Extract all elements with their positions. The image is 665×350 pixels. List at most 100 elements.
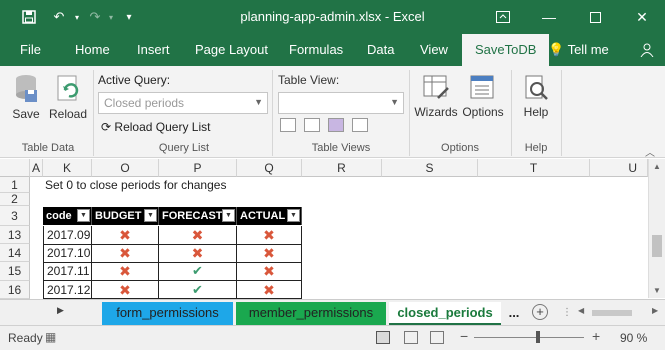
forecast-cell-closed-icon[interactable]: ✖ <box>159 226 237 245</box>
menu-page-layout[interactable]: Page Layout <box>195 34 268 66</box>
reload-query-list-button[interactable]: ⟳ Reload Query List <box>101 120 210 134</box>
wizards-label: Wizards <box>414 105 458 119</box>
column-header[interactable]: K <box>43 159 92 177</box>
forecast-cell-open-icon[interactable]: ✔ <box>159 281 237 299</box>
ribbon-display-options-icon[interactable] <box>480 0 526 34</box>
page-break-view-icon[interactable] <box>430 331 444 344</box>
sheet-tab-closed-periods[interactable]: closed_periods <box>389 302 501 326</box>
table-view-copy-icon[interactable] <box>352 118 368 132</box>
scroll-left-icon[interactable]: ◀ <box>578 306 584 315</box>
tell-me-button[interactable]: 💡 Tell me <box>548 34 609 66</box>
scroll-right-icon[interactable]: ▶ <box>652 306 658 315</box>
header-code[interactable]: code ▼ <box>43 207 92 225</box>
row-header[interactable]: 1 <box>0 177 30 193</box>
row-header[interactable]: 14 <box>0 244 30 262</box>
column-header[interactable]: T <box>478 159 590 177</box>
page-layout-view-icon[interactable] <box>404 331 418 344</box>
column-header[interactable]: A <box>30 159 43 177</box>
more-sheets-button[interactable]: ... <box>503 302 525 326</box>
budget-cell-closed-icon[interactable]: ✖ <box>92 244 159 263</box>
maximize-button[interactable] <box>572 0 618 34</box>
header-forecast[interactable]: FORECAST ▼ <box>159 207 237 225</box>
zoom-out-button[interactable]: − <box>460 328 468 344</box>
scroll-up-icon[interactable]: ▲ <box>653 162 661 171</box>
column-header[interactable]: U <box>590 159 648 177</box>
column-header[interactable]: S <box>382 159 478 177</box>
zoom-slider-thumb[interactable] <box>536 331 540 343</box>
group-separator <box>561 70 562 156</box>
menu-savetodb[interactable]: SaveToDB <box>462 34 550 66</box>
menu-home[interactable]: Home <box>75 34 110 66</box>
actual-cell-closed-icon[interactable]: ✖ <box>237 262 302 281</box>
actual-cell-closed-icon[interactable]: ✖ <box>237 226 302 245</box>
budget-cell-closed-icon[interactable]: ✖ <box>92 262 159 281</box>
menu-formulas[interactable]: Formulas <box>289 34 343 66</box>
save-table-button[interactable]: Save <box>8 74 44 121</box>
sheet-tab-member-permissions[interactable]: member_permissions <box>236 302 386 326</box>
tab-split-handle-icon[interactable]: ⋮ <box>562 307 572 318</box>
zoom-level[interactable]: 90 % <box>620 331 647 345</box>
close-button[interactable]: ✕ <box>619 0 665 34</box>
row-header[interactable]: 16 <box>0 281 30 299</box>
table-view-edit-icon[interactable] <box>328 118 344 132</box>
wizards-button[interactable]: Wizards <box>413 74 459 119</box>
row-header[interactable]: 2 <box>0 193 30 206</box>
filter-dropdown-icon[interactable]: ▼ <box>77 209 90 222</box>
minimize-button[interactable]: — <box>526 0 572 34</box>
table-view-save-icon[interactable] <box>304 118 320 132</box>
collapse-ribbon-icon[interactable]: ︿ <box>645 144 655 159</box>
table-view-icon[interactable] <box>280 118 296 132</box>
add-sheet-icon[interactable]: + <box>532 304 548 320</box>
reload-button[interactable]: Reload <box>48 74 88 121</box>
zoom-slider[interactable] <box>474 337 584 338</box>
table-view-combo[interactable]: ▼ <box>278 92 404 114</box>
filter-dropdown-icon[interactable]: ▼ <box>144 209 157 222</box>
scroll-thumb[interactable] <box>652 235 662 257</box>
menu-data[interactable]: Data <box>367 34 394 66</box>
header-budget[interactable]: BUDGET ▼ <box>92 207 159 225</box>
code-cell[interactable]: 2017.09 <box>43 226 92 245</box>
menu-insert[interactable]: Insert <box>137 34 170 66</box>
column-header[interactable]: P <box>159 159 237 177</box>
header-code-label: code <box>46 210 72 222</box>
help-button[interactable]: Help <box>516 74 556 119</box>
worksheet-grid[interactable]: A K O P Q R S T U 1 2 3 13 14 15 16 Set … <box>0 159 665 299</box>
sheet-tab-form-permissions[interactable]: form_permissions <box>102 302 233 326</box>
macro-record-icon[interactable]: ▦ <box>45 330 56 344</box>
column-header[interactable]: O <box>92 159 159 177</box>
column-header[interactable]: Q <box>237 159 302 177</box>
menu-view[interactable]: View <box>420 34 448 66</box>
vertical-scrollbar[interactable]: ▲ ▼ <box>648 159 665 298</box>
row-header[interactable]: 3 <box>0 206 30 226</box>
menu-file[interactable]: File <box>20 34 41 66</box>
actual-cell-closed-icon[interactable]: ✖ <box>237 244 302 263</box>
sheet-tab-bar: ▶ form_permissions member_permissions cl… <box>0 299 665 326</box>
filter-dropdown-icon[interactable]: ▼ <box>222 209 235 222</box>
row-header[interactable]: 13 <box>0 226 30 244</box>
active-query-combo[interactable]: Closed periods ▼ <box>98 92 268 114</box>
options-button[interactable]: Options <box>460 74 506 119</box>
code-cell[interactable]: 2017.12 <box>43 281 92 299</box>
budget-cell-closed-icon[interactable]: ✖ <box>92 226 159 245</box>
forecast-cell-closed-icon[interactable]: ✖ <box>159 244 237 263</box>
chevron-down-icon: ▼ <box>390 97 399 107</box>
zoom-in-button[interactable]: + <box>592 328 600 344</box>
select-all-corner[interactable] <box>0 159 30 177</box>
column-header[interactable]: R <box>302 159 382 177</box>
forecast-cell-open-icon[interactable]: ✔ <box>159 262 237 281</box>
filter-dropdown-icon[interactable]: ▼ <box>287 209 300 222</box>
group-label-query-list: Query List <box>158 142 210 154</box>
code-cell[interactable]: 2017.10 <box>43 244 92 263</box>
header-actual-label: ACTUAL <box>240 210 286 222</box>
next-sheet-icon[interactable]: ▶ <box>57 305 64 316</box>
row-header[interactable]: 15 <box>0 262 30 281</box>
budget-cell-closed-icon[interactable]: ✖ <box>92 281 159 299</box>
header-actual[interactable]: ACTUAL ▼ <box>237 207 302 225</box>
code-cell[interactable]: 2017.11 <box>43 262 92 281</box>
share-icon[interactable] <box>640 34 654 66</box>
horizontal-scrollbar-thumb[interactable] <box>592 310 632 316</box>
group-separator <box>93 70 94 156</box>
normal-view-icon[interactable] <box>376 331 390 344</box>
scroll-down-icon[interactable]: ▼ <box>653 286 661 295</box>
actual-cell-closed-icon[interactable]: ✖ <box>237 281 302 299</box>
